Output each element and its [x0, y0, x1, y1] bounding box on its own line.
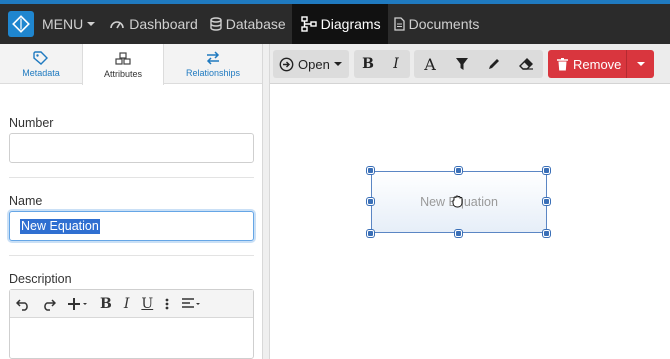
open-button[interactable]: Open: [273, 50, 349, 78]
bold-icon[interactable]: B: [100, 290, 112, 318]
properties-panel: Metadata Attributes Relationships Number…: [0, 44, 262, 359]
resize-handle-se[interactable]: [543, 230, 550, 237]
diagram-toolbar: Open B I A Remove: [270, 44, 670, 84]
number-label: Number: [9, 116, 54, 130]
resize-handle-n[interactable]: [455, 167, 462, 174]
trash-icon: [557, 57, 568, 71]
format-tools-group: A: [414, 50, 543, 78]
resize-handle-nw[interactable]: [367, 167, 374, 174]
panel-tabs: Metadata Attributes Relationships: [0, 44, 262, 85]
grab-cursor-icon: [451, 194, 465, 213]
nav-item-dashboard[interactable]: Dashboard: [103, 4, 204, 44]
resize-handle-w[interactable]: [367, 198, 374, 205]
document-icon: [393, 17, 405, 31]
chevron-down-icon: [87, 22, 96, 26]
underline-icon[interactable]: U: [141, 290, 153, 318]
top-nav: MENU Dashboard Database Diagrams Documen…: [0, 4, 670, 44]
more-vertical-icon[interactable]: [165, 290, 169, 318]
name-value-selected: New Equation: [20, 219, 100, 234]
resize-handle-s[interactable]: [455, 230, 462, 237]
resize-handle-e[interactable]: [543, 198, 550, 205]
name-label: Name: [9, 194, 43, 208]
nav-item-documents[interactable]: Documents: [388, 4, 486, 44]
menu-label: MENU: [42, 16, 84, 32]
bold-icon[interactable]: B: [354, 50, 382, 78]
nav-label: Documents: [408, 16, 480, 32]
insert-plus-icon[interactable]: [68, 290, 88, 318]
remove-button-group: Remove: [548, 50, 654, 78]
nav-item-diagrams[interactable]: Diagrams: [291, 4, 388, 44]
chevron-down-icon: [333, 62, 342, 66]
nav-label: Diagrams: [320, 16, 381, 32]
name-input[interactable]: New Equation: [9, 211, 254, 241]
resize-handle-sw[interactable]: [367, 230, 374, 237]
filter-icon[interactable]: [446, 50, 478, 78]
italic-icon[interactable]: I: [382, 50, 410, 78]
app-logo[interactable]: [8, 11, 34, 37]
pencil-icon[interactable]: [478, 50, 510, 78]
open-label: Open: [298, 56, 330, 72]
number-input[interactable]: [9, 133, 254, 163]
nav-item-database[interactable]: Database: [204, 4, 292, 44]
chevron-down-icon: [636, 62, 645, 66]
panel-splitter[interactable]: [262, 44, 270, 359]
dashboard-icon: [109, 17, 125, 31]
app-root: MENU Dashboard Database Diagrams Documen…: [0, 0, 670, 359]
diagram-canvas[interactable]: New Equation: [270, 85, 670, 359]
tab-label: Metadata: [22, 67, 60, 78]
arrow-circle-right-icon: [279, 50, 294, 78]
description-editor[interactable]: B I U: [9, 289, 254, 359]
database-icon: [210, 17, 222, 31]
menu-button[interactable]: MENU: [38, 4, 103, 44]
diagram-icon: [300, 16, 317, 32]
swap-arrows-icon: [205, 50, 221, 66]
divider: [9, 177, 254, 178]
resize-handle-ne[interactable]: [543, 167, 550, 174]
nav-label: Dashboard: [129, 16, 198, 32]
remove-dropdown-toggle[interactable]: [626, 50, 654, 78]
remove-label: Remove: [573, 56, 622, 72]
description-label: Description: [9, 272, 72, 286]
align-icon[interactable]: [181, 290, 201, 318]
eraser-icon[interactable]: [510, 50, 542, 78]
undo-icon[interactable]: [16, 290, 30, 318]
nav-label: Database: [225, 16, 286, 32]
text-style-group: B I: [354, 50, 410, 78]
tab-relationships[interactable]: Relationships: [164, 44, 262, 83]
redo-icon[interactable]: [42, 290, 56, 318]
font-icon[interactable]: A: [414, 50, 446, 78]
cubes-icon: [115, 51, 131, 67]
tab-metadata[interactable]: Metadata: [0, 44, 82, 83]
tab-label: Relationships: [185, 67, 241, 78]
tab-attributes[interactable]: Attributes: [82, 44, 164, 85]
editor-toolbar: B I U: [10, 290, 253, 318]
remove-button[interactable]: Remove: [548, 50, 626, 78]
divider: [9, 255, 254, 256]
tab-label: Attributes: [103, 68, 143, 79]
tag-icon: [33, 50, 49, 66]
italic-icon[interactable]: I: [124, 290, 130, 318]
